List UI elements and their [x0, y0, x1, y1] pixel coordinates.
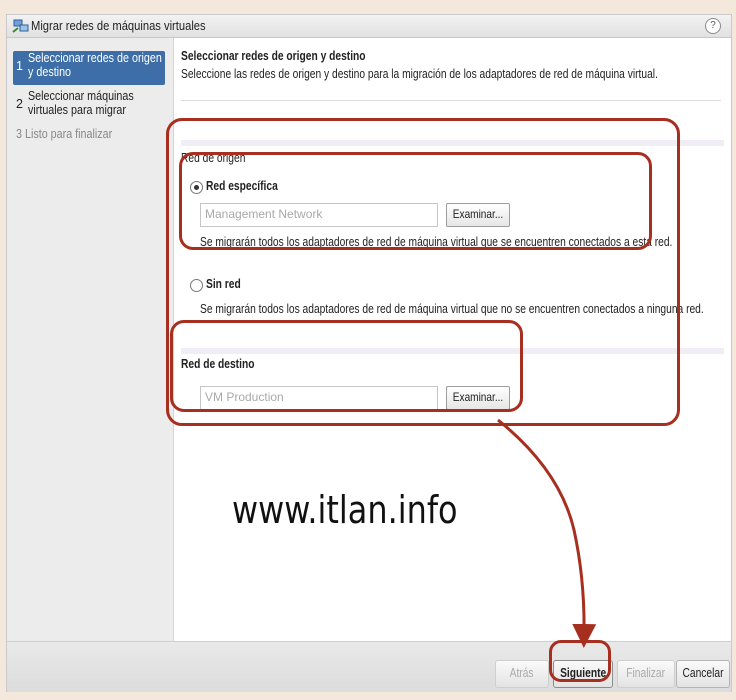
cancel-button[interactable]: Cancelar — [676, 660, 730, 688]
dialog-title: Migrar redes de máquinas virtuales — [31, 18, 206, 33]
main-panel: Seleccionar redes de origen y destino Se… — [174, 38, 731, 641]
title-bar: Migrar redes de máquinas virtuales ? — [7, 15, 731, 38]
help-icon[interactable]: ? — [705, 18, 721, 34]
no-network-description: Se migrarán todos los adaptadores de red… — [200, 302, 704, 316]
step-ready-to-complete[interactable]: 3 Listo para finalizar — [13, 127, 165, 147]
source-network-field[interactable] — [200, 203, 438, 227]
page-title: Seleccionar redes de origen y destino — [181, 49, 366, 63]
back-button[interactable]: Atrás — [495, 660, 549, 688]
step-number: 1 — [16, 59, 23, 73]
wizard-footer: Atrás Siguiente Finalizar Cancelar — [7, 641, 731, 692]
step-label: Seleccionar redes de origen y destino — [28, 51, 162, 79]
step-select-networks[interactable]: 1 Seleccionar redes de origen y destino — [13, 51, 165, 85]
finish-button[interactable]: Finalizar — [617, 660, 675, 688]
specific-network-radio[interactable] — [190, 181, 203, 194]
browse-destination-button[interactable]: Examinar... — [446, 386, 510, 410]
specific-network-label: Red específica — [206, 179, 278, 193]
step-label: Seleccionar máquinas virtuales para migra… — [28, 89, 134, 117]
no-network-label: Sin red — [206, 277, 241, 291]
network-migrate-icon — [12, 19, 29, 33]
page-subtitle: Seleccione las redes de origen y destino… — [181, 67, 658, 81]
source-network-heading: Red de origen — [181, 151, 246, 165]
wizard-steps: 1 Seleccionar redes de origen y destino 2… — [7, 38, 174, 641]
step-select-vms[interactable]: 2 Seleccionar máquinas virtuales para mig… — [13, 89, 165, 121]
section-band — [181, 140, 724, 146]
migrate-networks-dialog: Migrar redes de máquinas virtuales ? 1 S… — [6, 14, 732, 692]
destination-network-field[interactable] — [200, 386, 438, 410]
browse-source-button[interactable]: Examinar... — [446, 203, 510, 227]
source-network-input[interactable] — [201, 204, 431, 224]
section-band — [181, 348, 724, 354]
destination-network-input[interactable] — [201, 387, 431, 407]
no-network-radio[interactable] — [190, 279, 203, 292]
destination-network-heading: Red de destino — [181, 357, 255, 371]
specific-network-description: Se migrarán todos los adaptadores de red… — [200, 235, 673, 249]
divider — [181, 100, 721, 101]
next-button[interactable]: Siguiente — [553, 660, 613, 688]
step-number: 2 — [16, 97, 23, 111]
step-label: 3 Listo para finalizar — [16, 127, 113, 141]
watermark-text: www.itlan.info — [232, 488, 458, 532]
